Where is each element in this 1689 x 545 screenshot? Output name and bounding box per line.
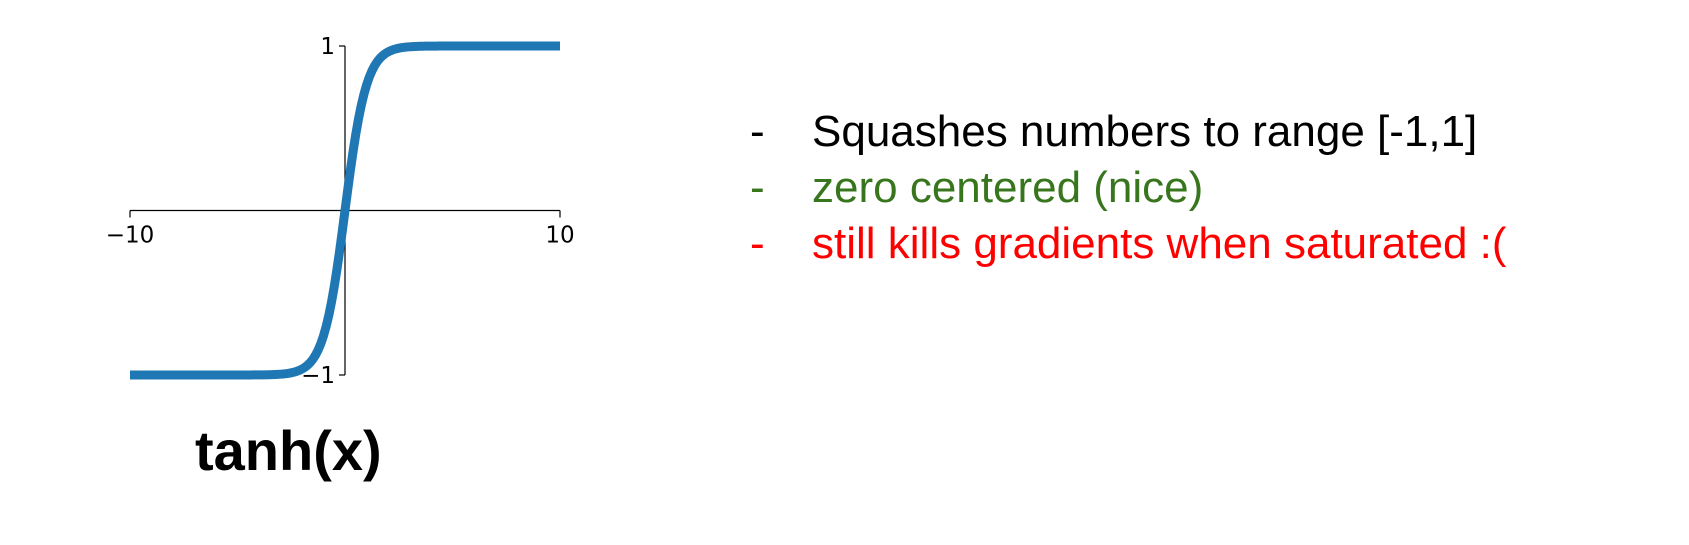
bullet-item: - Squashes numbers to range [-1,1] xyxy=(750,104,1507,160)
tanh-chart: −10 101−1 xyxy=(106,34,575,389)
bullet-item: - still kills gradients when saturated :( xyxy=(750,216,1507,272)
bullet-item: - zero centered (nice) xyxy=(750,160,1507,216)
bullet-dash: - xyxy=(750,107,765,156)
bullet-text: still kills gradients when saturated :( xyxy=(812,219,1507,268)
bullet-dash: - xyxy=(750,219,765,268)
bullet-text: Squashes numbers to range [-1,1] xyxy=(812,107,1478,156)
y-tick-label: 1 xyxy=(320,34,335,60)
x-tick-label: −10 xyxy=(106,223,155,249)
bullet-list: - Squashes numbers to range [-1,1] - zero … xyxy=(750,104,1507,272)
chart-caption: tanh(x) xyxy=(195,419,382,482)
bullet-text: zero centered (nice) xyxy=(812,163,1204,212)
x-tick-label: 10 xyxy=(545,223,574,249)
bullet-dash: - xyxy=(750,163,765,212)
